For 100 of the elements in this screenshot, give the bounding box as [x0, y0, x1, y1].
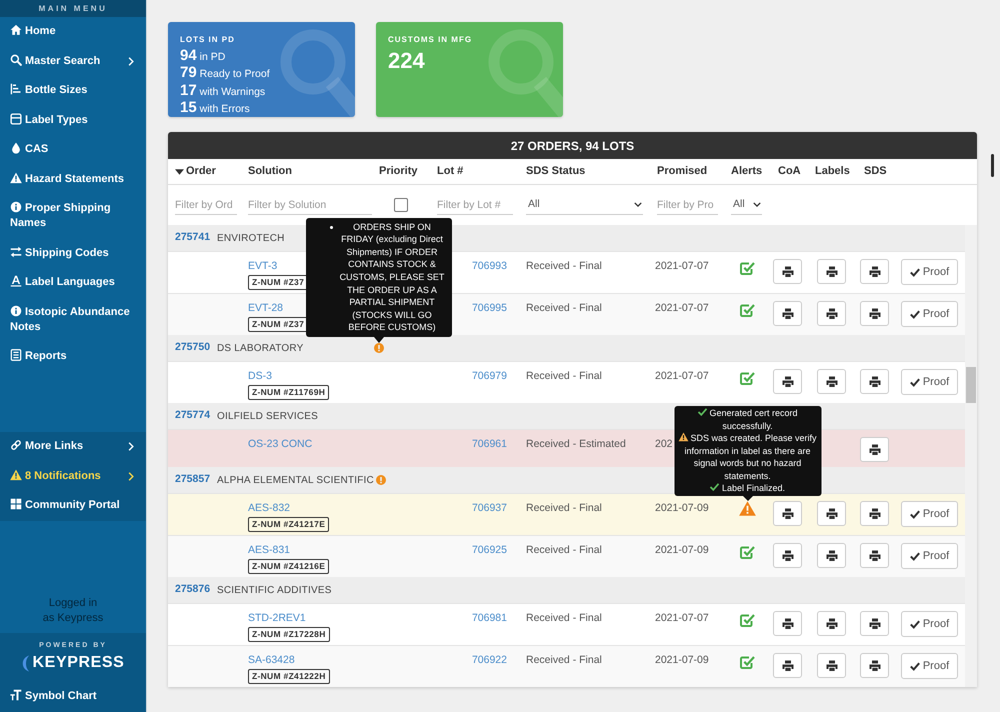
warning-icon	[10, 468, 22, 481]
print-button[interactable]	[817, 653, 846, 678]
print-button[interactable]	[773, 259, 802, 284]
sidebar-item[interactable]: Shipping Codes	[0, 238, 146, 268]
column-header[interactable]: Solution	[248, 163, 292, 180]
sidebar-item[interactable]: Master Search	[0, 46, 146, 76]
proof-button[interactable]: Proof	[901, 653, 958, 679]
sidebar-item[interactable]: Isotopic Abundance Notes	[0, 298, 146, 342]
proof-button[interactable]: Proof	[901, 369, 958, 395]
lot-link[interactable]: 706979	[472, 368, 507, 384]
print-button[interactable]	[817, 611, 846, 636]
order-link[interactable]: 275876	[175, 582, 217, 598]
print-button[interactable]	[773, 369, 802, 394]
sidebar-item[interactable]: Proper Shipping Names	[0, 194, 146, 238]
sidebar-item[interactable]: Community Portal	[0, 491, 146, 520]
customer-name: DS LABORATORY	[217, 342, 304, 356]
print-button[interactable]	[773, 543, 802, 568]
column-header[interactable]: CoA	[778, 163, 801, 180]
lot-link[interactable]: 706925	[472, 542, 507, 558]
print-button[interactable]	[860, 437, 889, 462]
home-icon	[10, 24, 22, 36]
print-button[interactable]	[817, 501, 846, 526]
column-header[interactable]: Promised	[657, 163, 708, 180]
sidebar-item[interactable]: Symbol Chart	[0, 682, 146, 712]
print-button[interactable]	[860, 653, 889, 678]
print-button[interactable]	[860, 611, 889, 636]
sidebar-item[interactable]: 8 Notifications	[0, 462, 146, 491]
printer-icon	[826, 508, 838, 519]
filter-field[interactable]: Filter by Lot #	[437, 195, 513, 215]
print-button[interactable]	[860, 301, 889, 326]
print-button[interactable]	[860, 543, 889, 568]
print-button[interactable]	[773, 501, 802, 526]
print-button[interactable]	[773, 301, 802, 326]
proof-button[interactable]: Proof	[901, 611, 958, 637]
solution-link[interactable]: EVT-3	[248, 258, 278, 274]
proof-button[interactable]: Proof	[901, 301, 958, 327]
column-header[interactable]: Labels	[815, 163, 850, 180]
solution-link[interactable]: AES-832	[248, 500, 290, 516]
filter-field[interactable]: Filter by Ord	[175, 195, 237, 215]
check-icon	[910, 310, 920, 318]
column-header[interactable]: SDS	[864, 163, 887, 180]
order-link[interactable]: 275774	[175, 408, 217, 424]
priority-checkbox[interactable]	[394, 198, 408, 212]
logo-icon	[22, 654, 30, 672]
print-button[interactable]	[860, 369, 889, 394]
printer-icon	[826, 308, 838, 319]
column-header[interactable]: Priority	[379, 163, 418, 180]
customer-name: OILFIELD SERVICES	[217, 410, 318, 424]
solution-link[interactable]: STD-2REV1	[248, 610, 306, 626]
select-field[interactable]: All	[731, 195, 762, 215]
customer-name: SCIENTIFIC ADDITIVES	[217, 584, 332, 598]
column-header[interactable]: Order	[186, 163, 216, 180]
page-scrollbar[interactable]	[991, 154, 994, 177]
order-link[interactable]: 275857	[175, 472, 217, 488]
select-field[interactable]: All	[526, 195, 643, 215]
column-header[interactable]: Alerts	[731, 163, 762, 180]
print-button[interactable]	[817, 369, 846, 394]
print-button[interactable]	[773, 611, 802, 636]
print-button[interactable]	[773, 653, 802, 678]
order-link[interactable]: 275750	[175, 340, 217, 356]
caret-icon[interactable]	[175, 168, 184, 174]
solution-link[interactable]: DS-3	[248, 368, 272, 384]
grid-icon	[10, 498, 22, 510]
promised-date: 2021-07-07	[655, 258, 709, 274]
lot-link[interactable]: 706981	[472, 610, 507, 626]
warning-icon	[678, 432, 688, 442]
print-button[interactable]	[860, 259, 889, 284]
proof-button[interactable]: Proof	[901, 543, 958, 569]
printer-icon	[782, 660, 794, 671]
sidebar-item[interactable]: Label Types	[0, 106, 146, 135]
font-icon	[10, 275, 22, 288]
solution-link[interactable]: SA-63428	[248, 652, 295, 668]
filter-field[interactable]: Filter by Solution	[248, 195, 372, 215]
column-header[interactable]: SDS Status	[526, 163, 586, 180]
scrollbar[interactable]	[965, 225, 977, 687]
proof-button[interactable]: Proof	[901, 259, 958, 285]
column-header[interactable]: Lot #	[437, 163, 464, 180]
print-button[interactable]	[860, 501, 889, 526]
sidebar-item[interactable]: Hazard Statements	[0, 164, 146, 194]
proof-button[interactable]: Proof	[901, 501, 958, 527]
lot-link[interactable]: 706937	[472, 500, 507, 516]
customer-name: ALPHA ELEMENTAL SCIENTIFIC	[217, 474, 374, 488]
sidebar-item[interactable]: Bottle Sizes	[0, 76, 146, 106]
sidebar-item[interactable]: CAS	[0, 135, 146, 164]
stat-line: 15 with Errors	[180, 100, 250, 117]
print-button[interactable]	[817, 543, 846, 568]
solution-link[interactable]: AES-831	[248, 542, 290, 558]
sidebar-item[interactable]: Label Languages	[0, 268, 146, 298]
solution-link[interactable]: EVT-28	[248, 300, 284, 316]
order-link[interactable]: 275741	[175, 230, 217, 246]
sidebar-item[interactable]: More Links	[0, 432, 146, 462]
card-title: LOTS IN PD	[180, 35, 235, 45]
lot-link[interactable]: 706993	[472, 258, 507, 274]
print-button[interactable]	[817, 259, 846, 284]
sidebar-item[interactable]: Reports	[0, 342, 146, 372]
print-button[interactable]	[817, 301, 846, 326]
lot-link[interactable]: 706995	[472, 300, 507, 316]
lot-link[interactable]: 706922	[472, 652, 507, 668]
sidebar-item[interactable]: Home	[0, 17, 146, 46]
filter-field[interactable]: Filter by Pro	[657, 195, 718, 215]
